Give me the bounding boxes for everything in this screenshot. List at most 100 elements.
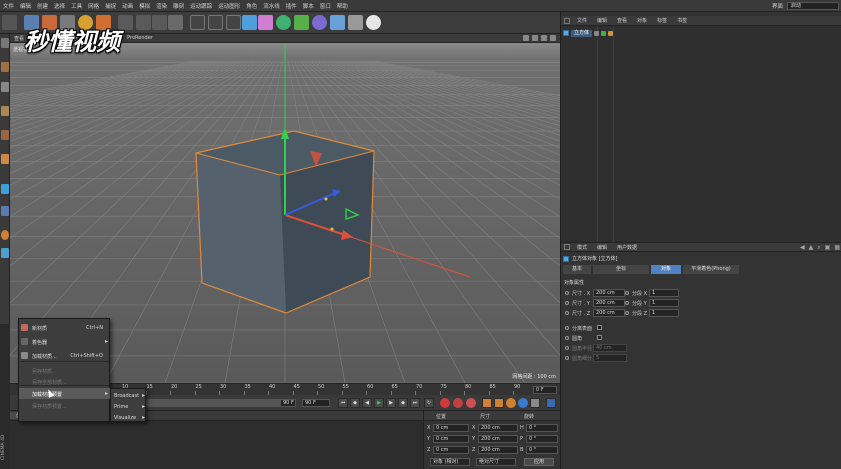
size-field[interactable]: 200 cm (478, 446, 518, 454)
coord-mode-select[interactable]: 对象 (相对) (430, 458, 470, 466)
apply-button[interactable]: 应用 (524, 458, 554, 466)
previous-key-icon[interactable]: ◆ (350, 398, 360, 408)
om-menu-file[interactable]: 文件 (572, 17, 592, 24)
am-menu-userdata[interactable]: 用户数据 (612, 244, 642, 251)
loop-icon[interactable]: ↻ (424, 398, 434, 408)
coordinate-system-icon[interactable] (168, 15, 183, 30)
menu-item-6[interactable]: 捕捉 (102, 2, 119, 10)
tab-coord[interactable]: 坐标 (593, 265, 649, 274)
layout-select[interactable]: 启动 (787, 1, 839, 10)
next-key-icon[interactable]: ◆ (398, 398, 408, 408)
new-panel-icon[interactable]: ▦ (834, 244, 840, 252)
go-to-start-icon[interactable]: ⏮ (338, 398, 348, 408)
rotation-key-icon[interactable] (506, 398, 516, 408)
context-menu-item[interactable]: 着色器 ▸ (19, 336, 111, 347)
preview-end-field[interactable]: 90 F (280, 399, 296, 407)
size-field[interactable]: 200 cm (478, 435, 518, 443)
fillet-checkbox[interactable] (597, 335, 602, 340)
light-icon[interactable] (366, 15, 381, 30)
context-menu-item[interactable]: 新材质 Ctrl+N (19, 322, 111, 333)
spline-pen-icon[interactable] (258, 15, 273, 30)
om-menu-objects[interactable]: 对象 (632, 17, 652, 24)
pla-key-icon[interactable] (530, 398, 540, 408)
coord-size-select[interactable]: 绝对尺寸 (476, 458, 516, 466)
menu-item-5[interactable]: 网格 (85, 2, 102, 10)
rotation-field[interactable]: 0 ° (526, 446, 558, 454)
position-field[interactable]: 0 cm (433, 446, 469, 454)
object-name[interactable]: 立方体 (571, 29, 593, 37)
current-frame-field[interactable]: 0 F (533, 386, 557, 394)
context-menu-item[interactable]: 加载材质... Ctrl+Shift+O (19, 350, 111, 361)
menu-item-8[interactable]: 模拟 (136, 2, 153, 10)
undo-icon[interactable] (2, 15, 17, 30)
edge-mode-icon[interactable] (1, 130, 9, 140)
segment-value-field[interactable]: 1 (649, 309, 679, 317)
tab-phong[interactable]: 平滑着色(Phong) (683, 265, 739, 274)
menu-item-16[interactable]: 脚本 (300, 2, 317, 10)
size-value-field[interactable]: 200 cm (593, 299, 625, 307)
menu-item-9[interactable]: 渲染 (153, 2, 170, 10)
position-field[interactable]: 0 cm (433, 435, 469, 443)
record-key-icon[interactable] (440, 398, 450, 408)
cube-icon[interactable] (242, 15, 257, 30)
position-key-icon[interactable] (482, 398, 492, 408)
menu-item-0[interactable]: 文件 (0, 2, 17, 10)
menu-item-4[interactable]: 工具 (68, 2, 85, 10)
om-menu-bookmarks[interactable]: 书签 (672, 17, 692, 24)
animate-dot[interactable] (625, 301, 629, 305)
object-row-cube[interactable]: 立方体 (563, 29, 614, 37)
axis-mode-icon[interactable] (1, 184, 9, 194)
render-settings-icon[interactable] (226, 15, 241, 30)
menu-item-14[interactable]: 流水线 (260, 2, 283, 10)
preset-submenu-item[interactable]: Visualize ▸ (111, 412, 147, 423)
tab-basic[interactable]: 基本 (563, 265, 591, 274)
render-to-picture-viewer-icon[interactable] (208, 15, 223, 30)
z-axis-icon[interactable] (152, 15, 167, 30)
preview-range-bar[interactable] (140, 399, 290, 407)
deformer-icon[interactable] (312, 15, 327, 30)
menu-item-3[interactable]: 选择 (51, 2, 68, 10)
menu-item-7[interactable]: 动画 (119, 2, 136, 10)
animate-dot[interactable] (625, 311, 629, 315)
floor-icon[interactable] (330, 15, 345, 30)
om-menu-edit[interactable]: 编辑 (592, 17, 612, 24)
menu-item-2[interactable]: 创建 (34, 2, 51, 10)
animate-dot[interactable] (625, 291, 629, 295)
up-arrow-icon[interactable]: ▲ (809, 244, 814, 252)
next-frame-icon[interactable]: ▶ (386, 398, 396, 408)
polygon-mode-icon[interactable] (1, 154, 9, 164)
viewport-maximize-icon[interactable] (550, 35, 556, 41)
back-arrow-icon[interactable]: ◀ (800, 244, 805, 252)
snap-icon[interactable] (1, 230, 9, 240)
separate-surfaces-checkbox[interactable] (597, 325, 602, 330)
workplane-icon[interactable] (1, 82, 9, 92)
render-view-icon[interactable] (190, 15, 205, 30)
menu-item-17[interactable]: 窗口 (317, 2, 334, 10)
menu-item-18[interactable]: 帮助 (334, 2, 351, 10)
play-icon[interactable]: ▶ (374, 398, 384, 408)
keyframe-selection-icon[interactable] (466, 398, 476, 408)
am-menu-mode[interactable]: 模式 (572, 244, 592, 251)
texture-mode-icon[interactable] (1, 62, 9, 72)
cloner-icon[interactable] (294, 15, 309, 30)
am-menu-edit[interactable]: 编辑 (592, 244, 612, 251)
subdivision-icon[interactable] (276, 15, 291, 30)
tab-object[interactable]: 对象 (651, 265, 681, 274)
lock-icon[interactable]: ▣ (825, 244, 831, 252)
search-icon[interactable]: ⌕ (817, 244, 820, 252)
go-to-end-icon[interactable]: ⏭ (410, 398, 420, 408)
viewport-move-icon[interactable] (523, 35, 529, 41)
menu-item-1[interactable]: 编辑 (17, 2, 34, 10)
fillet-radius-field[interactable]: 40 cm (593, 344, 627, 352)
parameter-key-icon[interactable] (518, 398, 528, 408)
auto-key-icon[interactable] (453, 398, 463, 408)
panel-grip-icon[interactable] (564, 17, 570, 24)
size-field[interactable]: 200 cm (478, 424, 518, 432)
preset-submenu-item[interactable]: Broadcast ▸ (111, 390, 147, 401)
object-list[interactable]: 立方体 (561, 26, 841, 248)
menu-item-13[interactable]: 角色 (243, 2, 260, 10)
phong-tag-icon[interactable] (608, 30, 614, 36)
end-frame-field[interactable]: 90 F (302, 399, 330, 407)
animate-dot[interactable] (565, 291, 569, 295)
size-value-field[interactable]: 200 cm (593, 309, 625, 317)
